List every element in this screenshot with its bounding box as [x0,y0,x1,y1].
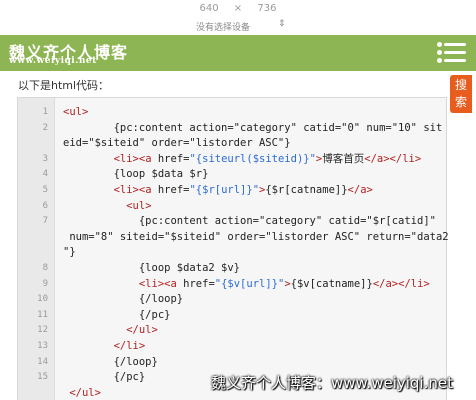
line-number: 6 [42,200,48,211]
code-line: {/loop} [63,293,184,306]
code-line: <li><a href="{$r[url]}">{$r[catname]}</a… [113,184,373,196]
code-line: </ul> [69,386,101,399]
viewport-width[interactable]: 640 [200,3,219,14]
line-number: 3 [42,153,48,164]
select-arrows-icon[interactable]: ⇕ [278,19,286,29]
times-sign: × [233,3,243,14]
line-number: 1 [42,107,48,117]
line-number: 10 [37,294,48,305]
devtools-toolbar: 640 × 736 没有选择设备 ⇕ [0,0,476,33]
menu-icon[interactable] [437,42,466,64]
code-line: <li><a href="{siteurl($siteid)}">博客首页</a… [113,152,422,165]
code-line: </ul> [126,324,158,337]
intro-text: 以下是html代码： [18,79,110,92]
viewport-height[interactable]: 736 [257,3,276,14]
viewport-dimensions: 640 × 736 [0,3,476,14]
code-line: "} [63,246,76,259]
page-viewport: 魏义齐个人博客 www.weiyiqi.net 搜索 以下是html代码： 12… [0,35,476,400]
code-line: {/loop} [63,355,158,368]
line-number: 14 [37,356,48,367]
code-line: {loop $data2 $v} [63,262,241,274]
line-number: 11 [37,309,48,320]
device-select[interactable]: 没有选择设备 [196,20,250,33]
code-line: <ul> [126,199,152,212]
search-button[interactable]: 搜索 [450,75,472,113]
site-logo-url[interactable]: www.weiyiqi.net [9,56,97,66]
line-number: 5 [42,185,48,195]
line-number-gutter: 1 2 3 4 5 6 7 8 9 10 11 12 13 14 15 [18,98,55,400]
code-line: <ul> [63,106,89,118]
code-line: {loop $data $r} [63,168,209,181]
line-number: 15 [37,372,48,383]
line-number: 8 [42,263,48,273]
line-number: 7 [42,216,48,227]
line-number: 12 [37,325,48,336]
line-number: 13 [37,341,48,351]
code-line: {pc:content action="category" catid="$r[… [63,215,436,228]
code-block: 1 2 3 4 5 6 7 8 9 10 11 12 13 14 15 <ul> {pc:content a… [17,97,449,400]
code-line: {/pc} [63,308,171,321]
line-number: 9 [42,278,48,289]
code-line: {pc:content action="category" catid="0" … [63,121,443,134]
line-number: 4 [42,169,48,180]
site-header: 魏义齐个人博客 www.weiyiqi.net [0,35,476,71]
code-line: eid="$siteid" order="listorder ASC"} [63,137,291,150]
code-line: <li><a href="{$v[url]}">{$v[catname]}</a… [138,277,430,290]
watermark: 魏义齐个人博客：www.weiyiqi.net [211,374,453,392]
code-line: num="8" siteid="$siteid" order="listorde… [63,230,449,243]
code-line: </li> [113,340,146,352]
code-line: {/pc} [63,371,146,384]
line-number: 2 [42,122,48,133]
